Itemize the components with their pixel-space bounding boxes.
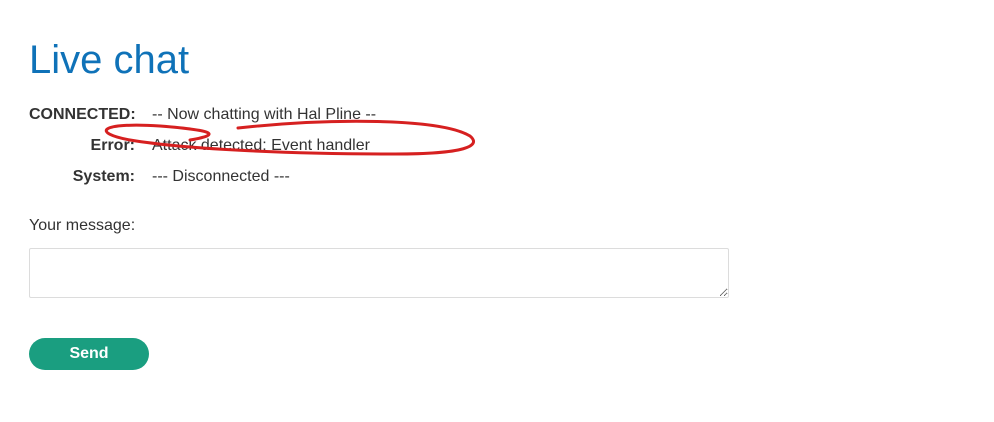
page-title: Live chat bbox=[29, 38, 190, 82]
chat-message-label: CONNECTED: bbox=[29, 106, 136, 123]
chat-message-connected: CONNECTED: -- Now chatting with Hal Plin… bbox=[29, 106, 376, 137]
chat-message-label: Error: bbox=[90, 137, 135, 154]
chat-message-text: --- Disconnected --- bbox=[152, 168, 290, 185]
live-chat-page: Live chat CONNECTED: -- Now chatting wit… bbox=[0, 0, 994, 422]
message-label: Your message: bbox=[29, 217, 136, 234]
chat-message-text: Attack detected: Event handler bbox=[152, 137, 370, 154]
chat-message-label: System: bbox=[72, 168, 135, 185]
chat-message-system: System: --- Disconnected --- bbox=[29, 168, 376, 199]
chat-message-error: Error: Attack detected: Event handler bbox=[29, 137, 376, 168]
message-input[interactable] bbox=[29, 248, 729, 298]
chat-log: CONNECTED: -- Now chatting with Hal Plin… bbox=[29, 106, 376, 199]
chat-message-text: -- Now chatting with Hal Pline -- bbox=[152, 106, 377, 123]
send-button[interactable]: Send bbox=[29, 338, 149, 370]
